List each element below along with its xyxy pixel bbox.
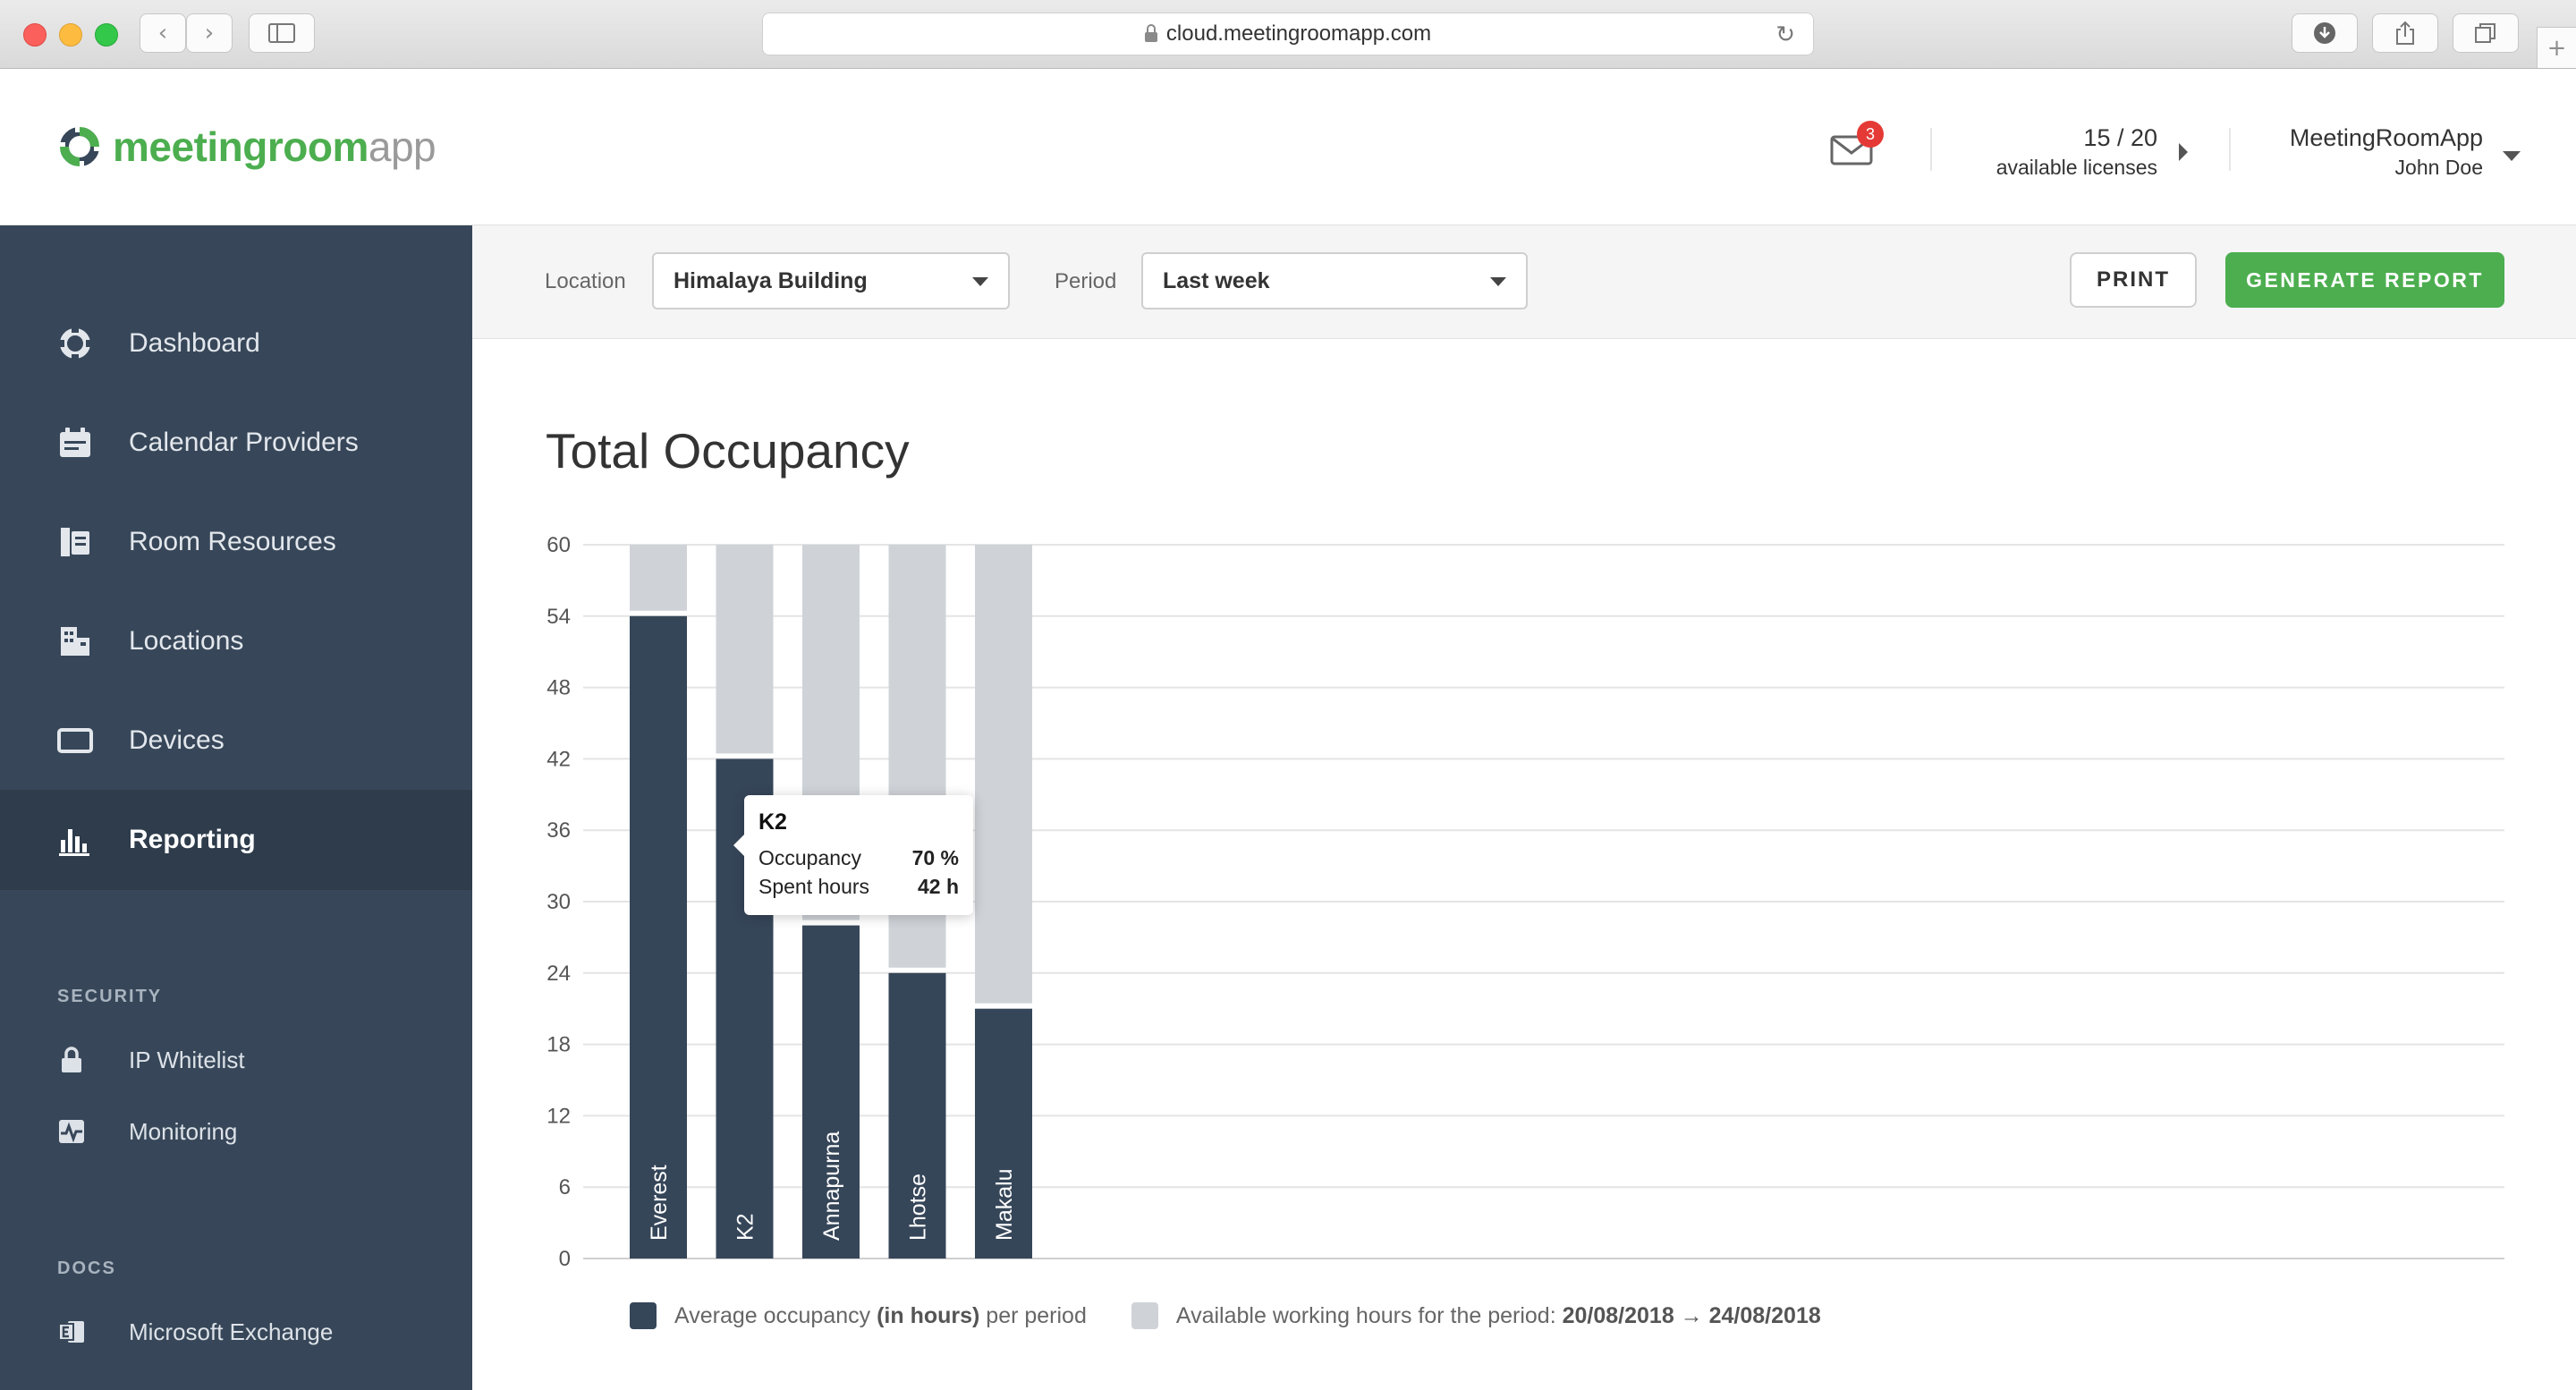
tooltip-row: Spent hours 42 h bbox=[758, 875, 959, 899]
zoom-window-button[interactable] bbox=[95, 23, 118, 47]
caret-down-icon[interactable] bbox=[2503, 151, 2521, 161]
sidebar-item-label: Dashboard bbox=[129, 328, 260, 358]
back-button[interactable]: ‹ bbox=[140, 13, 186, 53]
period-label: Period bbox=[1055, 269, 1117, 293]
location-value: Himalaya Building bbox=[674, 267, 868, 293]
share-icon bbox=[2396, 21, 2414, 45]
sidebar-item-calendar-providers[interactable]: Calendar Providers bbox=[0, 393, 472, 493]
tooltip-value: 70 % bbox=[911, 846, 959, 869]
sidebar-item-reporting[interactable]: Reporting bbox=[0, 790, 472, 890]
tabs-icon bbox=[2475, 23, 2496, 43]
reload-icon[interactable]: ↻ bbox=[1775, 21, 1795, 48]
tooltip-label: Occupancy bbox=[758, 846, 862, 869]
building-icon bbox=[61, 627, 89, 656]
sidebar-item-label: Locations bbox=[129, 626, 244, 656]
chevron-left-icon: ‹ bbox=[157, 20, 168, 47]
legend-swatch-available bbox=[1131, 1302, 1158, 1329]
print-button[interactable]: PRINT bbox=[2070, 252, 2197, 308]
period-value: Last week bbox=[1163, 267, 1270, 293]
caret-down-icon bbox=[1490, 277, 1506, 286]
licenses-info[interactable]: 15 / 20 available licenses bbox=[1950, 124, 2157, 180]
sidebar-item-label: Monitoring bbox=[129, 1117, 238, 1145]
filter-bar: Location Himalaya Building Period Last w… bbox=[472, 225, 2576, 339]
dashboard-icon bbox=[57, 326, 93, 361]
browser-toolbar: ‹ › cloud.meetingroomapp.com ↻ + bbox=[0, 0, 2576, 69]
minimize-window-button[interactable] bbox=[59, 23, 82, 47]
downloads-button[interactable] bbox=[2292, 13, 2358, 53]
forward-button[interactable]: › bbox=[186, 13, 233, 53]
bar-occupied[interactable] bbox=[888, 972, 946, 1259]
generate-report-button[interactable]: GENERATE REPORT bbox=[2225, 252, 2504, 308]
tooltip-title: K2 bbox=[758, 809, 787, 835]
legend-entry-occupied: Average occupancy (in hours) per period bbox=[674, 1302, 1087, 1328]
lock-icon bbox=[1144, 23, 1157, 42]
monitoring-icon bbox=[59, 1120, 84, 1143]
sidebar-item-devices[interactable]: Devices bbox=[0, 691, 472, 791]
tooltip-label: Spent hours bbox=[758, 875, 870, 898]
page-title: Total Occupancy bbox=[546, 423, 910, 479]
room-resources-icon bbox=[61, 528, 89, 556]
legend-entry-available: Available working hours for the period: … bbox=[1175, 1302, 1821, 1328]
address-bar[interactable]: cloud.meetingroomapp.com ↻ bbox=[762, 13, 1814, 55]
bar-chart-icon bbox=[59, 829, 89, 856]
period-select[interactable]: Last week bbox=[1141, 252, 1528, 309]
lock-icon bbox=[62, 1047, 81, 1072]
tablet-icon bbox=[57, 728, 93, 753]
calendar-icon bbox=[60, 428, 90, 457]
close-window-button[interactable] bbox=[23, 23, 47, 47]
location-select[interactable]: Himalaya Building bbox=[652, 252, 1010, 309]
download-icon bbox=[2314, 22, 2335, 44]
user-name: John Doe bbox=[2394, 156, 2483, 179]
caret-right-icon[interactable] bbox=[2179, 143, 2188, 161]
chevron-right-icon: › bbox=[204, 20, 215, 47]
logo-mark-icon bbox=[57, 124, 102, 169]
caret-down-icon bbox=[972, 277, 988, 286]
sidebar-item-ip-whitelist[interactable]: IP Whitelist bbox=[0, 1029, 472, 1091]
section-title-docs: DOCS bbox=[57, 1259, 116, 1278]
header-divider bbox=[1930, 128, 1932, 171]
logo-text: meetingroomapp bbox=[113, 123, 436, 170]
bar-occupied[interactable] bbox=[630, 615, 687, 1259]
sidebar-item-label: Calendar Providers bbox=[129, 428, 359, 457]
exchange-icon bbox=[58, 1321, 84, 1343]
legend-swatch-occupied bbox=[630, 1302, 657, 1329]
new-tab-button[interactable]: + bbox=[2537, 27, 2576, 68]
bar-available[interactable] bbox=[975, 545, 1032, 1004]
app-header: meetingroomapp 3 15 / 20 available licen… bbox=[0, 69, 2576, 225]
tabs-overview-button[interactable] bbox=[2453, 13, 2519, 53]
sidebar-toggle-button[interactable] bbox=[249, 13, 315, 53]
licenses-label: available licenses bbox=[1996, 156, 2157, 179]
sidebar-item-room-resources[interactable]: Room Resources bbox=[0, 492, 472, 592]
bar-available[interactable] bbox=[716, 545, 774, 754]
plus-icon: + bbox=[2546, 34, 2567, 62]
sidebar-item-label: Microsoft Exchange bbox=[129, 1318, 334, 1345]
sidebar: Dashboard Calendar Providers Room Resour… bbox=[0, 225, 472, 1390]
sidebar-item-monitoring[interactable]: Monitoring bbox=[0, 1100, 472, 1163]
location-label: Location bbox=[545, 269, 626, 293]
sidebar-item-label: IP Whitelist bbox=[129, 1046, 245, 1073]
user-menu[interactable]: MeetingRoomApp John Doe bbox=[2227, 124, 2483, 180]
bar-occupied[interactable] bbox=[975, 1008, 1032, 1259]
licenses-count: 15 / 20 bbox=[2083, 124, 2157, 151]
sidebar-item-label: Devices bbox=[129, 725, 225, 755]
address-url: cloud.meetingroomapp.com bbox=[1165, 21, 1432, 46]
logo[interactable]: meetingroomapp bbox=[57, 123, 436, 170]
tooltip-value: 42 h bbox=[917, 875, 959, 898]
sidebar-item-dashboard[interactable]: Dashboard bbox=[0, 293, 472, 394]
tooltip-row: Occupancy 70 % bbox=[758, 846, 959, 870]
section-title-security: SECURITY bbox=[57, 987, 163, 1006]
bar-available[interactable] bbox=[630, 545, 687, 611]
chart-legend: Average occupancy (in hours) per period … bbox=[630, 1301, 1821, 1331]
sidebar-item-locations[interactable]: Locations bbox=[0, 591, 472, 691]
bar-occupied[interactable] bbox=[802, 925, 860, 1259]
sidebar-item-label: Room Resources bbox=[129, 527, 336, 556]
chart-tooltip: K2 Occupancy 70 % Spent hours 42 h bbox=[733, 795, 973, 915]
sidebar-item-label: Reporting bbox=[129, 825, 256, 854]
sidebar-item-microsoft-exchange[interactable]: Microsoft Exchange bbox=[0, 1301, 472, 1363]
sidebar-icon bbox=[268, 23, 295, 43]
share-button[interactable] bbox=[2372, 13, 2438, 53]
browser-window: ‹ › cloud.meetingroomapp.com ↻ + meeting… bbox=[0, 0, 2576, 1390]
notification-badge: 3 bbox=[1857, 121, 1884, 148]
user-org: MeetingRoomApp bbox=[2289, 124, 2483, 151]
